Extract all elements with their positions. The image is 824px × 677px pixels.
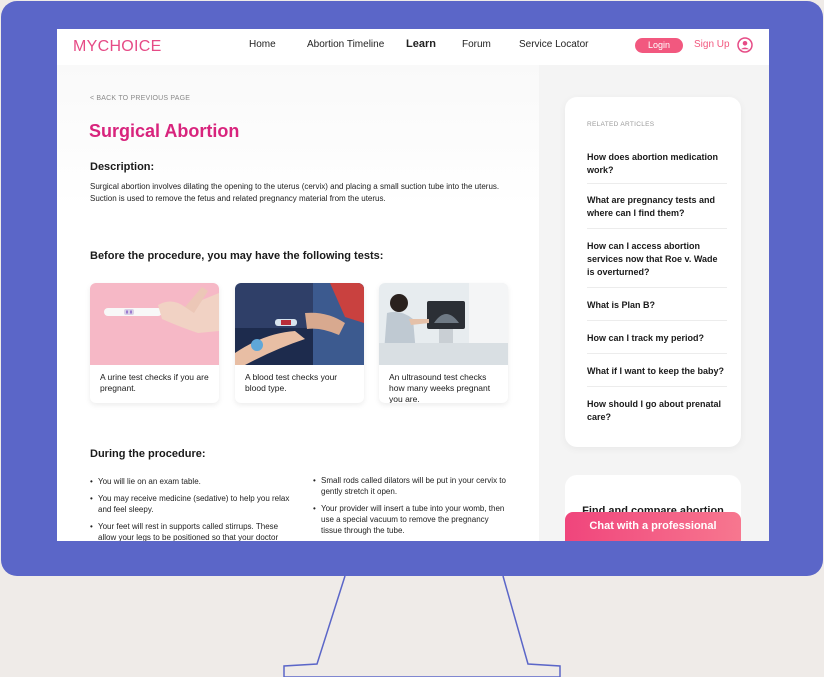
- monitor-stand: [283, 575, 561, 677]
